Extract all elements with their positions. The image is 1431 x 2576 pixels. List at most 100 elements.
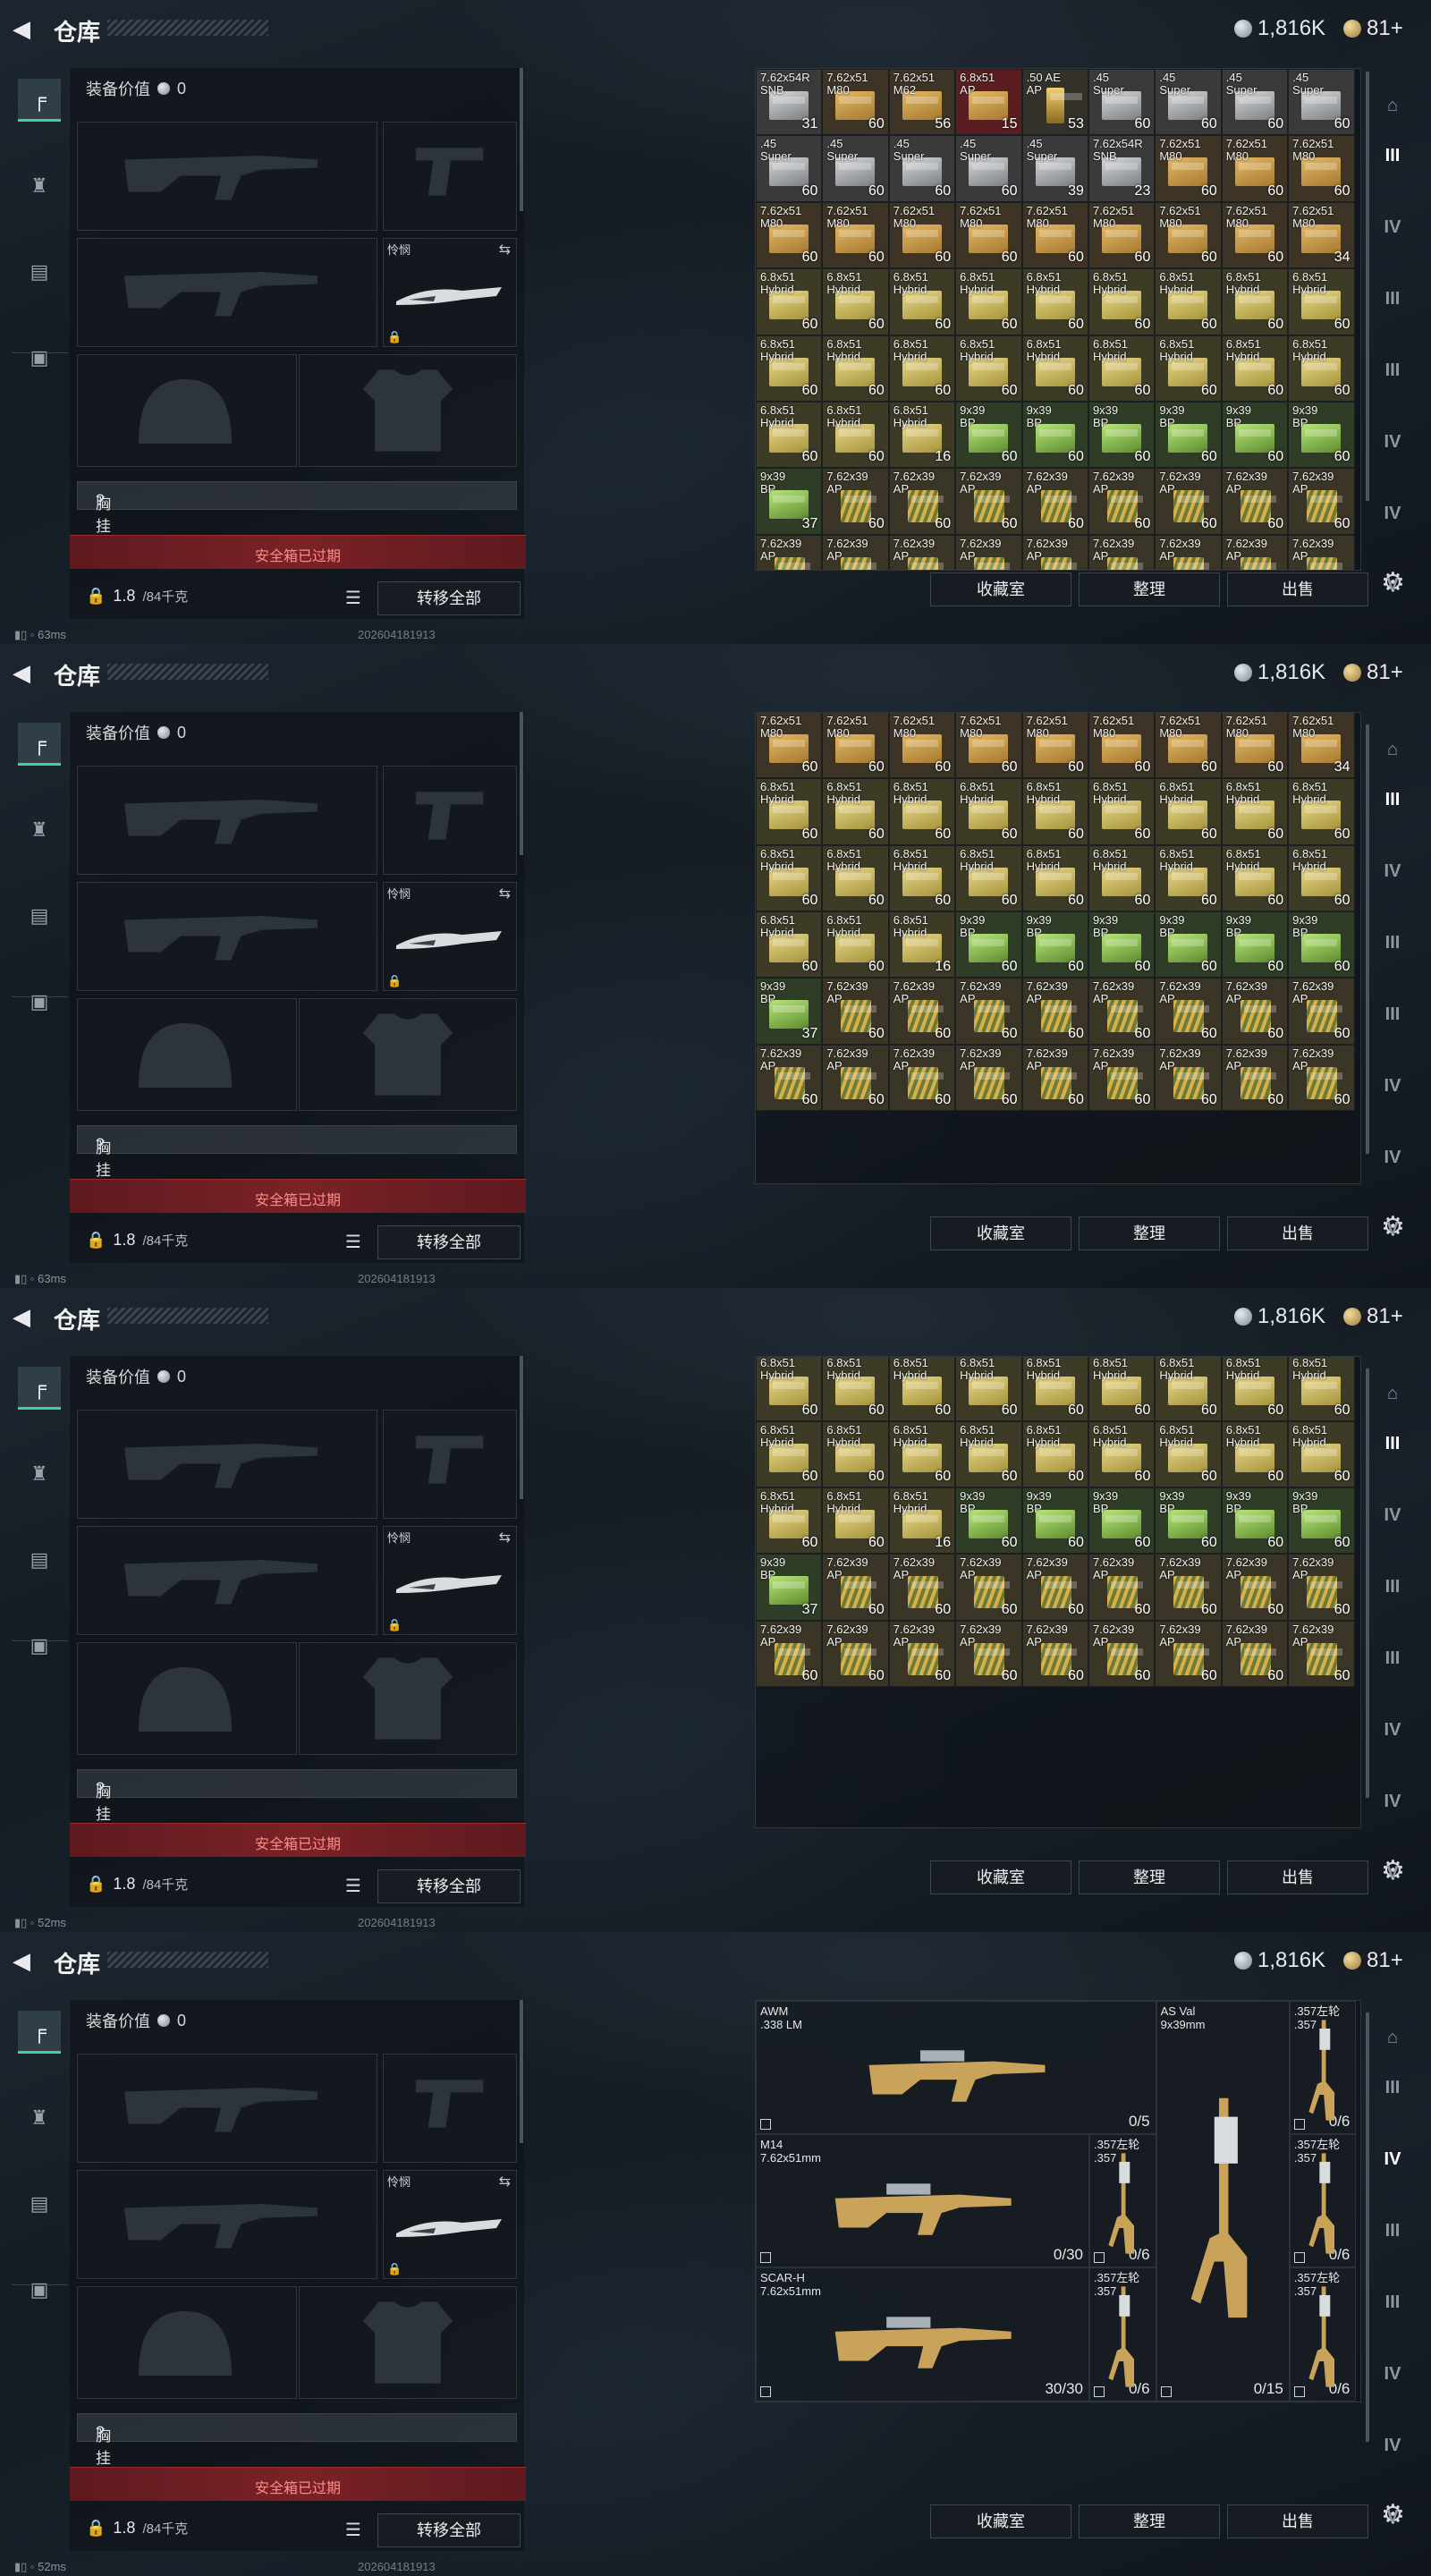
sell-button[interactable]: 出售: [1227, 572, 1368, 606]
ammo-item[interactable]: 6.8x51 Hybrid 60: [1221, 1357, 1289, 1421]
ammo-item[interactable]: 6.8x51 Hybrid 60: [955, 268, 1022, 335]
ammo-item[interactable]: 6.8x51 Hybrid 60: [1021, 1357, 1088, 1421]
arch-icon[interactable]: ⌂: [1370, 2012, 1415, 2063]
storage-tab-1[interactable]: III: [1370, 2063, 1415, 2113]
pistol-slot[interactable]: [383, 122, 517, 231]
ammo-item[interactable]: 7.62x39 AP60: [1221, 534, 1289, 570]
ammo-item[interactable]: .50 AE AP 53: [1021, 69, 1088, 136]
ammo-item[interactable]: .45 Super 60: [955, 135, 1022, 202]
ammo-item[interactable]: 7.62x39 AP60: [756, 534, 823, 570]
back-arrow-icon[interactable]: ◀: [13, 1304, 39, 1329]
ammo-item[interactable]: 9x39 BP 60: [1021, 401, 1088, 469]
ammo-item[interactable]: 7.62x39 AP60: [822, 468, 889, 535]
back-arrow-icon[interactable]: ◀: [13, 1948, 39, 1973]
ammo-item[interactable]: 7.62x39 AP60: [1021, 534, 1088, 570]
weapon-item[interactable]: AWM .338 LM 0/5: [756, 2001, 1156, 2135]
ammo-item[interactable]: 7.62x39 AP60: [1021, 978, 1088, 1045]
stash-scrollbar[interactable]: [1366, 2012, 1369, 2442]
ammo-item[interactable]: 6.8x51 Hybrid 60: [888, 1357, 956, 1421]
body-armor-slot[interactable]: [299, 1642, 517, 1755]
ammo-item[interactable]: 7.62x39 AP60: [1021, 1620, 1088, 1688]
ammo-item[interactable]: 7.62x39 AP60: [822, 1044, 889, 1112]
ammo-item[interactable]: 7.62x51 M80 60: [1221, 713, 1289, 779]
ammo-item[interactable]: 6.8x51 Hybrid 60: [822, 1487, 889, 1555]
ammo-item[interactable]: 7.62x39 AP60: [1221, 1044, 1289, 1112]
backpack-tab-icon[interactable]: ▤: [18, 250, 61, 293]
swap-icon[interactable]: ⇆: [499, 241, 511, 258]
ammo-item[interactable]: 6.8x51 Hybrid 60: [955, 1420, 1022, 1487]
ammo-item[interactable]: 6.8x51 Hybrid 60: [1221, 335, 1289, 402]
ammo-item[interactable]: 6.8x51 Hybrid 60: [822, 1357, 889, 1421]
storage-tab-6[interactable]: IV: [1370, 488, 1415, 538]
ammo-item[interactable]: 6.8x51 Hybrid 60: [756, 1357, 823, 1421]
transfer-all-button[interactable]: 转移全部: [377, 1225, 521, 1259]
weapon-item[interactable]: .357左轮 .3570/6: [1089, 2267, 1156, 2402]
storage-tab-5[interactable]: IV: [1370, 1061, 1415, 1111]
ammo-item[interactable]: 6.8x51 Hybrid 60: [1021, 268, 1088, 335]
ammo-item[interactable]: 7.62x39 AP60: [822, 978, 889, 1045]
ammo-item[interactable]: 7.62x39 AP60: [955, 1620, 1022, 1688]
secondary-weapon-slot[interactable]: [77, 1526, 377, 1635]
ammo-item[interactable]: 6.8x51 Hybrid 60: [955, 778, 1022, 845]
ammo-item[interactable]: 7.62x39 AP60: [1221, 978, 1289, 1045]
ammo-item[interactable]: 7.62x39 AP60: [756, 1620, 823, 1688]
ammo-item[interactable]: 9x39 BP 37: [756, 468, 823, 535]
ammo-item[interactable]: 6.8x51 Hybrid 60: [888, 778, 956, 845]
ammo-item[interactable]: 7.62x39 AP60: [1021, 1554, 1088, 1621]
melee-slot[interactable]: 怜悯 ⇆ 🔒: [383, 2170, 517, 2279]
ammo-item[interactable]: 7.62x51 M80 60: [1088, 713, 1156, 779]
ammo-item[interactable]: 7.62x39 AP60: [822, 534, 889, 570]
ammo-item[interactable]: 7.62x39 AP60: [888, 1044, 956, 1112]
storage-tab-7[interactable]: V: [1370, 1204, 1415, 1254]
ammo-item[interactable]: 6.8x51 Hybrid 60: [1088, 1420, 1156, 1487]
ammo-item[interactable]: 9x39 BP 60: [1088, 1487, 1156, 1555]
secondary-weapon-slot[interactable]: [77, 882, 377, 991]
weapon-tab-icon[interactable]: ╒: [18, 2011, 61, 2054]
list-icon[interactable]: ☰: [340, 1873, 367, 1900]
collection-room-button[interactable]: 收藏室: [930, 1216, 1071, 1250]
storage-tab-7[interactable]: V: [1370, 560, 1415, 610]
sort-button[interactable]: 整理: [1079, 2504, 1220, 2538]
ammo-item[interactable]: 7.62x39 AP60: [756, 1044, 823, 1112]
ammo-item[interactable]: 6.8x51 Hybrid 60: [1155, 268, 1222, 335]
ammo-item[interactable]: 6.8x51 Hybrid 60: [955, 335, 1022, 402]
ammo-item[interactable]: .45 Super 39: [1021, 135, 1088, 202]
ammo-item[interactable]: 7.62x51 M80 60: [756, 201, 823, 269]
ammo-item[interactable]: 6.8x51 Hybrid 60: [822, 911, 889, 979]
ammo-item[interactable]: 6.8x51 Hybrid 60: [1288, 1420, 1355, 1487]
ammo-item[interactable]: 7.62x51 M80 60: [955, 713, 1022, 779]
ammo-item[interactable]: 7.62x51 M80 60: [1221, 135, 1289, 202]
equipment-scrollbar[interactable]: [520, 712, 523, 855]
ammo-item[interactable]: 6.8x51 Hybrid 60: [822, 778, 889, 845]
equipment-scrollbar[interactable]: [520, 68, 523, 211]
ammo-item[interactable]: 9x39 BP 60: [1155, 401, 1222, 469]
ammo-item[interactable]: 7.62x39 AP60: [888, 1554, 956, 1621]
ammo-item[interactable]: 7.62x39 AP60: [1288, 1620, 1355, 1688]
ammo-item[interactable]: 6.8x51 Hybrid 60: [888, 844, 956, 911]
ammo-item[interactable]: 6.8x51 Hybrid 60: [1155, 1357, 1222, 1421]
ammo-item[interactable]: 9x39 BP 60: [1288, 1487, 1355, 1555]
storage-tab-4[interactable]: III: [1370, 1633, 1415, 1683]
storage-tab-5[interactable]: IV: [1370, 1705, 1415, 1755]
ammo-item[interactable]: 7.62x39 AP60: [1155, 1044, 1222, 1112]
swap-icon[interactable]: ⇆: [499, 1529, 511, 1546]
ammo-item[interactable]: 6.8x51 Hybrid 60: [756, 778, 823, 845]
ammo-item[interactable]: 6.8x51 Hybrid 60: [822, 335, 889, 402]
ammo-item[interactable]: 6.8x51 Hybrid 60: [1288, 778, 1355, 845]
sell-button[interactable]: 出售: [1227, 1216, 1368, 1250]
back-arrow-icon[interactable]: ◀: [13, 660, 39, 685]
ammo-item[interactable]: 6.8x51 Hybrid 60: [756, 911, 823, 979]
ammo-item[interactable]: 9x39 BP 37: [756, 1554, 823, 1621]
ammo-item[interactable]: 7.62x51 M80 60: [955, 201, 1022, 269]
back-arrow-icon[interactable]: ◀: [13, 16, 39, 41]
ammo-item[interactable]: 7.62x39 AP60: [1155, 1620, 1222, 1688]
ammo-item[interactable]: 7.62x39 AP60: [1288, 1554, 1355, 1621]
storage-tab-5[interactable]: IV: [1370, 2349, 1415, 2399]
ammo-item[interactable]: 7.62x51 M80 60: [1021, 201, 1088, 269]
ammo-item[interactable]: 7.62x39 AP60: [1221, 468, 1289, 535]
ammo-item[interactable]: 7.62x54R SNB 23: [1088, 135, 1156, 202]
storage-tab-1[interactable]: III: [1370, 1419, 1415, 1469]
ammo-item[interactable]: 7.62x51 M80 60: [756, 713, 823, 779]
ammo-item[interactable]: 6.8x51 Hybrid 60: [1288, 335, 1355, 402]
ammo-item[interactable]: 7.62x39 AP60: [822, 1620, 889, 1688]
